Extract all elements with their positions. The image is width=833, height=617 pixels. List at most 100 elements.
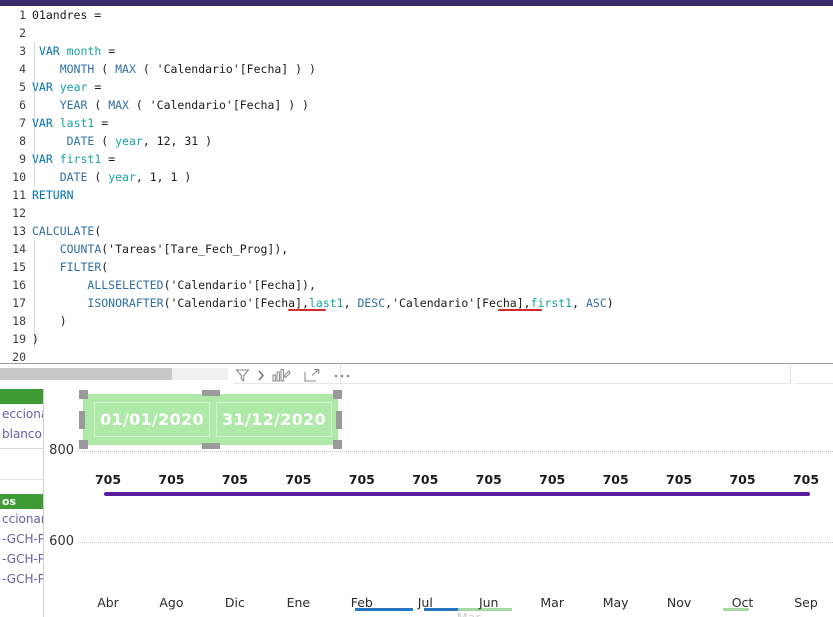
code-text: 01andres = xyxy=(32,6,101,24)
code-token: ('Tareas'[Tare_Fech_Prog]), xyxy=(101,242,289,256)
red-underline-first1 xyxy=(498,309,542,311)
code-text: DATE ( year, 1, 1 ) xyxy=(32,168,192,186)
code-token: month xyxy=(66,44,102,58)
data-label: 705 xyxy=(348,472,375,487)
code-token: MAX xyxy=(108,98,129,112)
code-token: = xyxy=(101,44,116,58)
x-axis-tick-label[interactable]: Nov xyxy=(657,595,701,610)
resize-handle-top-right[interactable] xyxy=(333,390,342,399)
resize-handle-bottom-right[interactable] xyxy=(333,440,342,449)
x-axis-tick-label[interactable]: Feb xyxy=(340,595,384,610)
end-date-field[interactable]: 31/12/2020 xyxy=(216,402,332,437)
resize-handle-middle-left[interactable] xyxy=(79,411,85,429)
code-line[interactable]: 8 DATE ( year, 12, 31 ) xyxy=(0,132,833,150)
start-date-field[interactable]: 01/01/2020 xyxy=(94,402,210,437)
code-line[interactable]: 9 VAR first1 = xyxy=(0,150,833,168)
code-text: CALCULATE( xyxy=(32,222,101,240)
visual-header-toolbar[interactable] xyxy=(234,367,351,384)
code-line[interactable]: 11 RETURN xyxy=(0,186,833,204)
date-slicer-visual[interactable]: 01/01/2020 31/12/2020 xyxy=(79,390,342,449)
code-token: ( xyxy=(101,260,109,274)
code-lines-container[interactable]: 1 01andres = 2 3 VAR month = 4 MONTH ( MAX (… xyxy=(0,6,833,366)
code-token: ) xyxy=(32,314,67,328)
code-line[interactable]: 17 ISONORAFTER('Calendario'[Fecha],last1… xyxy=(0,294,833,312)
x-axis-tick-label[interactable]: May xyxy=(594,595,638,610)
code-token: last1 xyxy=(59,116,95,130)
code-token: ('Calendario'[Fecha], xyxy=(163,296,309,310)
code-token: year xyxy=(115,134,143,148)
filter-icon[interactable] xyxy=(234,367,251,384)
x-axis-tick-label[interactable]: Abr xyxy=(86,595,130,610)
resize-handle-bottom-left[interactable] xyxy=(79,440,88,449)
code-token: DATE xyxy=(59,170,88,184)
code-token: = xyxy=(101,152,116,166)
code-line[interactable]: 7 VAR last1 = xyxy=(0,114,833,132)
code-token: year xyxy=(108,170,136,184)
code-token: ( xyxy=(87,170,109,184)
code-token: ( xyxy=(94,134,116,148)
resize-handle-top-center[interactable] xyxy=(202,390,220,396)
code-token: ( xyxy=(94,62,116,76)
code-line[interactable]: 19) xyxy=(0,330,833,348)
drill-mode-icon[interactable] xyxy=(271,367,291,384)
data-label: 705 xyxy=(475,472,502,487)
x-axis-tick-label[interactable]: Sep xyxy=(784,595,828,610)
line-number: 13 xyxy=(12,224,26,238)
code-token: ('Calendario'[Fecha]), xyxy=(163,278,316,292)
code-token: MAX xyxy=(115,62,136,76)
line-number: 14 xyxy=(12,242,26,256)
x-axis-tick-label[interactable]: Jun xyxy=(467,595,511,610)
y-axis-tick-label: 600 xyxy=(49,534,74,549)
code-line[interactable]: 4 MONTH ( MAX ( 'Calendario'[Fecha] ) ) xyxy=(0,60,833,78)
code-line[interactable]: 5 VAR year = xyxy=(0,78,833,96)
code-token: first1 xyxy=(530,296,573,310)
data-label: 705 xyxy=(158,472,185,487)
code-line[interactable]: 14 COUNTA('Tareas'[Tare_Fech_Prog]), xyxy=(0,240,833,258)
resize-handle-bottom-center[interactable] xyxy=(202,443,220,449)
code-line[interactable]: 10 DATE ( year, 1, 1 ) xyxy=(0,168,833,186)
resize-handle-middle-right[interactable] xyxy=(336,411,342,429)
code-line[interactable]: 15 FILTER( xyxy=(0,258,833,276)
x-axis-tick-label[interactable]: Oct xyxy=(721,595,765,610)
more-options-icon[interactable] xyxy=(333,373,351,379)
code-line[interactable]: 6 YEAR ( MAX ( 'Calendario'[Fecha] ) ) xyxy=(0,96,833,114)
code-token: ,'Calendario'[Fecha], xyxy=(385,296,531,310)
focus-mode-icon[interactable] xyxy=(303,368,321,384)
x-axis-tick-label[interactable]: Jul xyxy=(403,595,447,610)
code-text: VAR month = xyxy=(32,42,115,60)
date-slicer-body[interactable]: 01/01/2020 31/12/2020 xyxy=(83,394,338,445)
code-token: = xyxy=(94,116,109,130)
code-token: VAR xyxy=(32,116,53,130)
x-axis-tick-label[interactable]: Ago xyxy=(149,595,193,610)
data-label: 705 xyxy=(94,472,122,487)
drill-down-arrow-icon[interactable] xyxy=(257,368,265,383)
code-line[interactable]: 1 01andres = xyxy=(0,6,833,24)
code-line[interactable]: 18 ) xyxy=(0,312,833,330)
x-axis-tick-label[interactable]: Dic xyxy=(213,595,257,610)
resize-handle-top-left[interactable] xyxy=(79,390,88,399)
x-axis-tick-label[interactable]: Mar xyxy=(530,595,574,610)
code-text: ) xyxy=(32,330,39,348)
line-number: 3 xyxy=(19,44,26,58)
chart-series-line xyxy=(104,492,810,496)
code-line[interactable]: 2 xyxy=(0,24,833,42)
code-line[interactable]: 13 CALCULATE( xyxy=(0,222,833,240)
dax-formula-editor[interactable]: 1 01andres = 2 3 VAR month = 4 MONTH ( MAX (… xyxy=(0,6,833,366)
data-label: 705 xyxy=(285,472,312,487)
code-line[interactable]: 16 ALLSELECTED('Calendario'[Fecha]), xyxy=(0,276,833,294)
x-axis-tick-label[interactable]: Ene xyxy=(276,595,320,610)
code-line[interactable]: 3 VAR month = xyxy=(0,42,833,60)
code-text: VAR year = xyxy=(32,78,101,96)
line-number: 1 xyxy=(19,8,26,22)
y-axis-tick-label: 800 xyxy=(49,443,74,458)
code-line[interactable]: 12 xyxy=(0,204,833,222)
line-number: 11 xyxy=(12,188,26,202)
code-token: VAR xyxy=(38,44,60,58)
code-token: COUNTA xyxy=(59,242,102,256)
